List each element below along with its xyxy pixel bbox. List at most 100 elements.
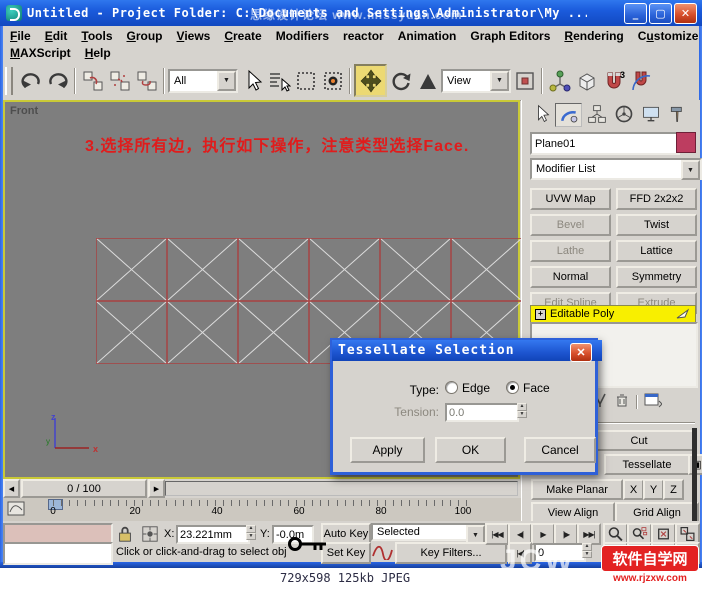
remove-modifier-icon[interactable] [614,392,630,411]
rectangular-selection-icon[interactable] [292,67,319,94]
menu-customize[interactable]: Customize [631,28,702,44]
dropdown-arrow-icon[interactable]: ▼ [217,70,236,91]
modifier-button-lathe[interactable]: Lathe [530,240,611,262]
modifier-stack-active-item[interactable]: + Editable Poly [530,305,696,323]
configure-modifier-sets-icon[interactable] [644,392,663,411]
select-by-name-icon[interactable] [265,67,292,94]
time-spinner[interactable]: ▲ ▼ [582,543,592,558]
tab-modify-icon[interactable] [555,103,582,127]
modifier-button-lattice[interactable]: Lattice [616,240,697,262]
menu-tools[interactable]: Tools [74,28,119,44]
undo-icon[interactable] [17,67,44,94]
tab-motion-icon[interactable] [611,103,636,125]
menu-create[interactable]: Create [217,28,268,44]
redo-icon[interactable] [44,67,71,94]
key-filter-curve-icon[interactable] [371,544,393,563]
select-and-rotate-icon[interactable] [387,67,414,94]
menu-help[interactable]: Help [78,45,118,61]
dialog-titlebar[interactable]: Tessellate Selection [332,340,602,361]
tab-utilities-icon[interactable] [665,103,690,125]
select-and-manipulate-icon[interactable] [546,67,573,94]
tension-field[interactable]: 0.0 [445,403,519,422]
tab-display-icon[interactable] [638,103,663,125]
menu-edit[interactable]: Edit [38,28,75,44]
modifier-button-bevel[interactable]: Bevel [530,214,611,236]
unlink-selection-icon[interactable] [106,67,133,94]
frame-back-icon[interactable]: ◀ [3,479,20,498]
ok-button[interactable]: OK [435,437,506,463]
modifier-button-twist[interactable]: Twist [616,214,697,236]
time-slider-button[interactable]: 0 / 100 [21,479,147,498]
apply-button[interactable]: Apply [350,437,425,463]
frame-forward-icon[interactable]: ▶ [148,479,165,498]
go-to-start-icon[interactable]: |◀◀ [485,523,509,545]
select-and-link-icon[interactable] [79,67,106,94]
viewport-label[interactable]: Front [10,105,38,117]
menu-modifiers[interactable]: Modifiers [269,28,336,44]
menu-animation[interactable]: Animation [391,28,464,44]
make-planar-x-button[interactable]: X [623,479,644,500]
current-time-field[interactable]: 0 [534,543,586,562]
absolute-mode-icon[interactable] [141,525,159,546]
radio-edge[interactable]: Edge [445,381,490,395]
expand-icon[interactable]: + [535,308,546,320]
key-filters-button[interactable]: Key Filters... [395,542,507,564]
menu-maxscript[interactable]: MAXScript [3,45,78,61]
make-planar-button[interactable]: Make Planar [531,479,623,500]
mini-curve-editor-icon[interactable] [7,501,25,517]
select-object-icon[interactable] [238,67,265,94]
window-crossing-icon[interactable] [319,67,346,94]
modifier-button-normal[interactable]: Normal [530,266,611,288]
select-and-scale-icon[interactable] [414,67,441,94]
dropdown-arrow-icon[interactable]: ▼ [490,70,509,91]
selection-set-dropdown[interactable]: Selected ▼ [371,523,487,545]
next-frame-icon[interactable]: |▶ [554,523,578,545]
bind-to-spacewarp-icon[interactable] [133,67,160,94]
cancel-button[interactable]: Cancel [524,437,596,463]
grid-align-button[interactable]: Grid Align [615,502,699,523]
make-planar-z-button[interactable]: Z [663,479,684,500]
menu-views[interactable]: Views [170,28,218,44]
radio-face[interactable]: Face [506,381,550,395]
cut-button[interactable]: Cut [582,430,696,451]
play-animation-icon[interactable]: ▶ [531,523,555,545]
angle-snap-icon[interactable] [627,67,654,94]
menu-file[interactable]: File [3,28,38,44]
tessellate-button[interactable]: Tessellate [604,454,690,475]
maximize-button[interactable]: ▢ [649,3,672,24]
x-coordinate-field[interactable]: 23.221mm [176,525,250,544]
view-align-button[interactable]: View Align [531,502,615,523]
make-planar-y-button[interactable]: Y [643,479,664,500]
selection-filter-dropdown[interactable]: All ▼ [168,68,238,93]
close-button[interactable]: ✕ [674,3,697,24]
go-to-end-icon[interactable]: ▶▶| [577,523,601,545]
tension-spinner[interactable]: ▲ ▼ [517,403,527,418]
time-slider-track[interactable] [165,481,518,496]
tab-create-icon[interactable] [528,103,553,125]
modifier-button-uvw-map[interactable]: UVW Map [530,188,611,210]
reference-coordinate-dropdown[interactable]: View ▼ [441,68,511,93]
menu-group[interactable]: Group [120,28,170,44]
radio-icon[interactable] [506,381,520,394]
modifier-button-ffd-2x2x2[interactable]: FFD 2x2x2 [616,188,697,210]
minimize-button[interactable]: _ [624,3,647,24]
snap-toggle-3d-icon[interactable]: 3 [600,67,627,94]
menu-rendering[interactable]: Rendering [557,28,630,44]
maxscript-listener-white[interactable] [3,542,113,565]
object-color-swatch[interactable] [676,132,696,153]
select-and-move-icon[interactable] [354,64,387,97]
track-bar[interactable]: 0 20 40 60 80 100 [3,498,521,522]
dropdown-arrow-icon[interactable]: ▼ [681,160,700,180]
modifier-list-dropdown[interactable]: Modifier List ▼ [530,158,702,180]
modifier-button-symmetry[interactable]: Symmetry [616,266,697,288]
key-mode-toggle-icon[interactable]: |◀| [508,542,532,564]
selection-lock-icon[interactable] [116,525,134,546]
menu-reactor[interactable]: reactor [336,28,391,44]
keyboard-override-icon[interactable] [573,67,600,94]
set-key-big-icon[interactable] [287,532,329,559]
menu-graph-editors[interactable]: Graph Editors [463,28,557,44]
tab-hierarchy-icon[interactable] [584,103,609,125]
object-name-field[interactable]: Plane01 [530,132,680,155]
x-spinner[interactable]: ▲ ▼ [246,525,256,540]
use-pivot-center-icon[interactable] [511,67,538,94]
